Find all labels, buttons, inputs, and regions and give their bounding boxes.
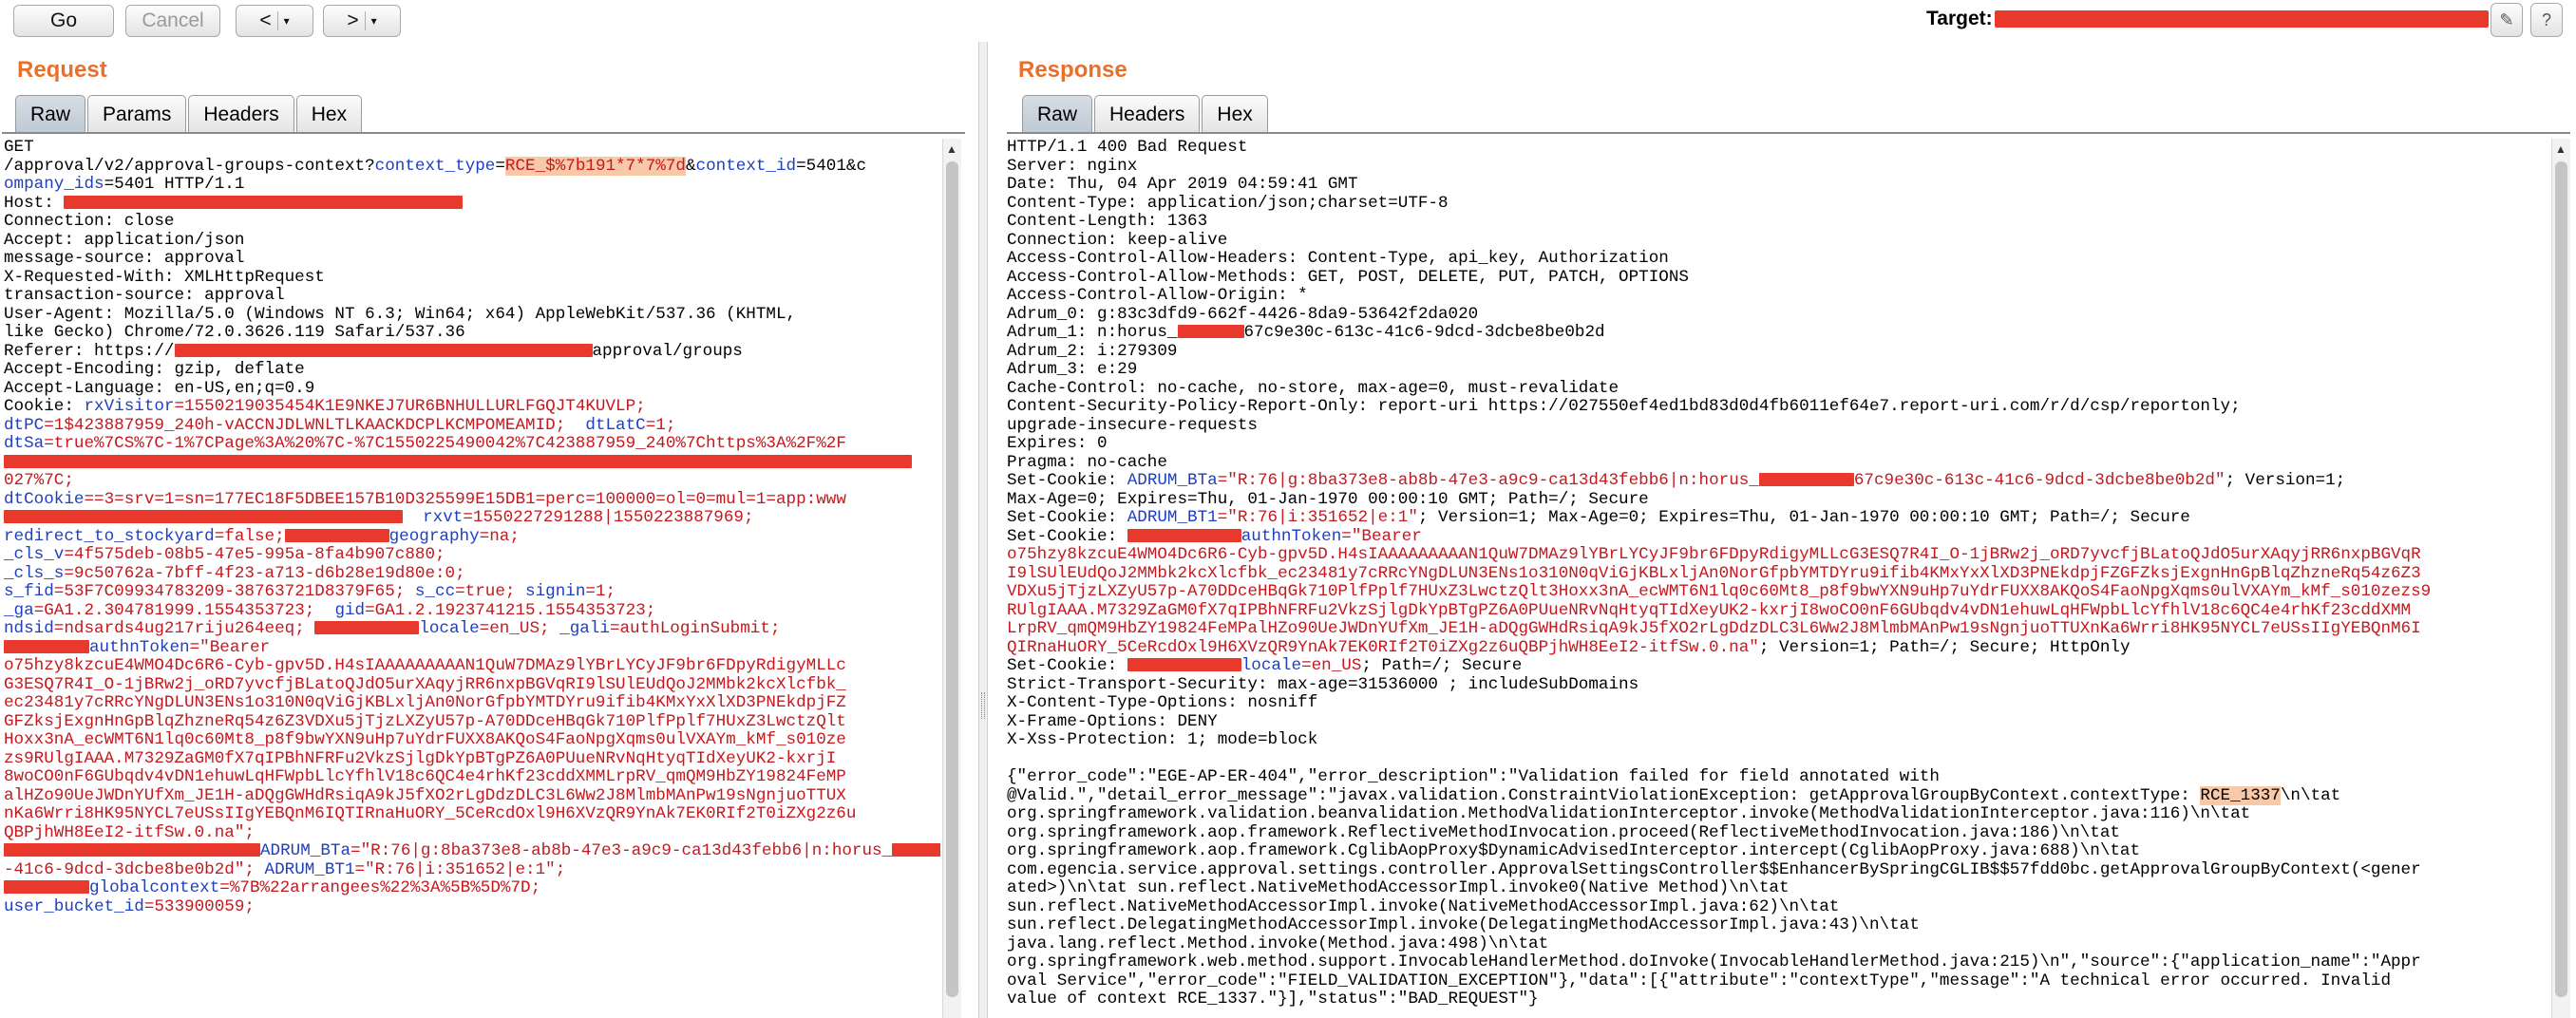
- help-button[interactable]: ?: [2530, 3, 2563, 37]
- request-editor[interactable]: GET /approval/v2/approval-groups-context…: [4, 139, 940, 1018]
- request-raw-text: GET /approval/v2/approval-groups-context…: [4, 139, 940, 916]
- response-tab-raw[interactable]: Raw: [1022, 95, 1093, 133]
- request-tab-params[interactable]: Params: [87, 95, 187, 133]
- back-arrow-icon: <: [259, 9, 272, 31]
- response-editor[interactable]: HTTP/1.1 400 Bad Request Server: nginx D…: [1007, 139, 2549, 1018]
- scroll-up-icon[interactable]: ▲: [946, 142, 957, 156]
- response-tab-headers[interactable]: Headers: [1094, 95, 1201, 133]
- forward-arrow-icon: >: [347, 9, 359, 31]
- request-tab-headers[interactable]: Headers: [188, 95, 294, 133]
- request-scrollbar[interactable]: ▲: [942, 139, 961, 1018]
- question-icon: ?: [2541, 9, 2551, 29]
- edit-target-button[interactable]: ✎: [2491, 3, 2523, 37]
- forward-menu-caret-icon[interactable]: ▾: [371, 14, 377, 28]
- request-tab-raw[interactable]: Raw: [15, 95, 86, 133]
- target-host-redacted: [1995, 10, 2489, 28]
- pencil-icon: ✎: [2499, 9, 2514, 29]
- response-tab-hex[interactable]: Hex: [1202, 95, 1268, 133]
- request-tabs: Raw Params Headers Hex: [15, 95, 364, 133]
- response-tabs: Raw Headers Hex: [1022, 95, 1270, 133]
- back-menu-caret-icon[interactable]: ▾: [284, 14, 290, 28]
- back-button[interactable]: < ▾: [236, 5, 313, 37]
- go-button[interactable]: Go: [13, 5, 114, 37]
- response-scroll-thumb[interactable]: [2555, 161, 2567, 997]
- request-title: Request: [17, 57, 107, 83]
- target-label: Target:: [1926, 8, 1993, 29]
- forward-button[interactable]: > ▾: [323, 5, 401, 37]
- pane-splitter[interactable]: [978, 42, 988, 1018]
- request-scroll-thumb[interactable]: [946, 161, 958, 997]
- response-scrollbar[interactable]: ▲: [2551, 139, 2570, 1018]
- request-tab-hex[interactable]: Hex: [295, 95, 363, 133]
- scroll-up-icon[interactable]: ▲: [2555, 142, 2567, 156]
- response-title: Response: [1018, 57, 1127, 83]
- response-raw-text: HTTP/1.1 400 Bad Request Server: nginx D…: [1007, 139, 2432, 1009]
- cancel-button[interactable]: Cancel: [125, 5, 220, 37]
